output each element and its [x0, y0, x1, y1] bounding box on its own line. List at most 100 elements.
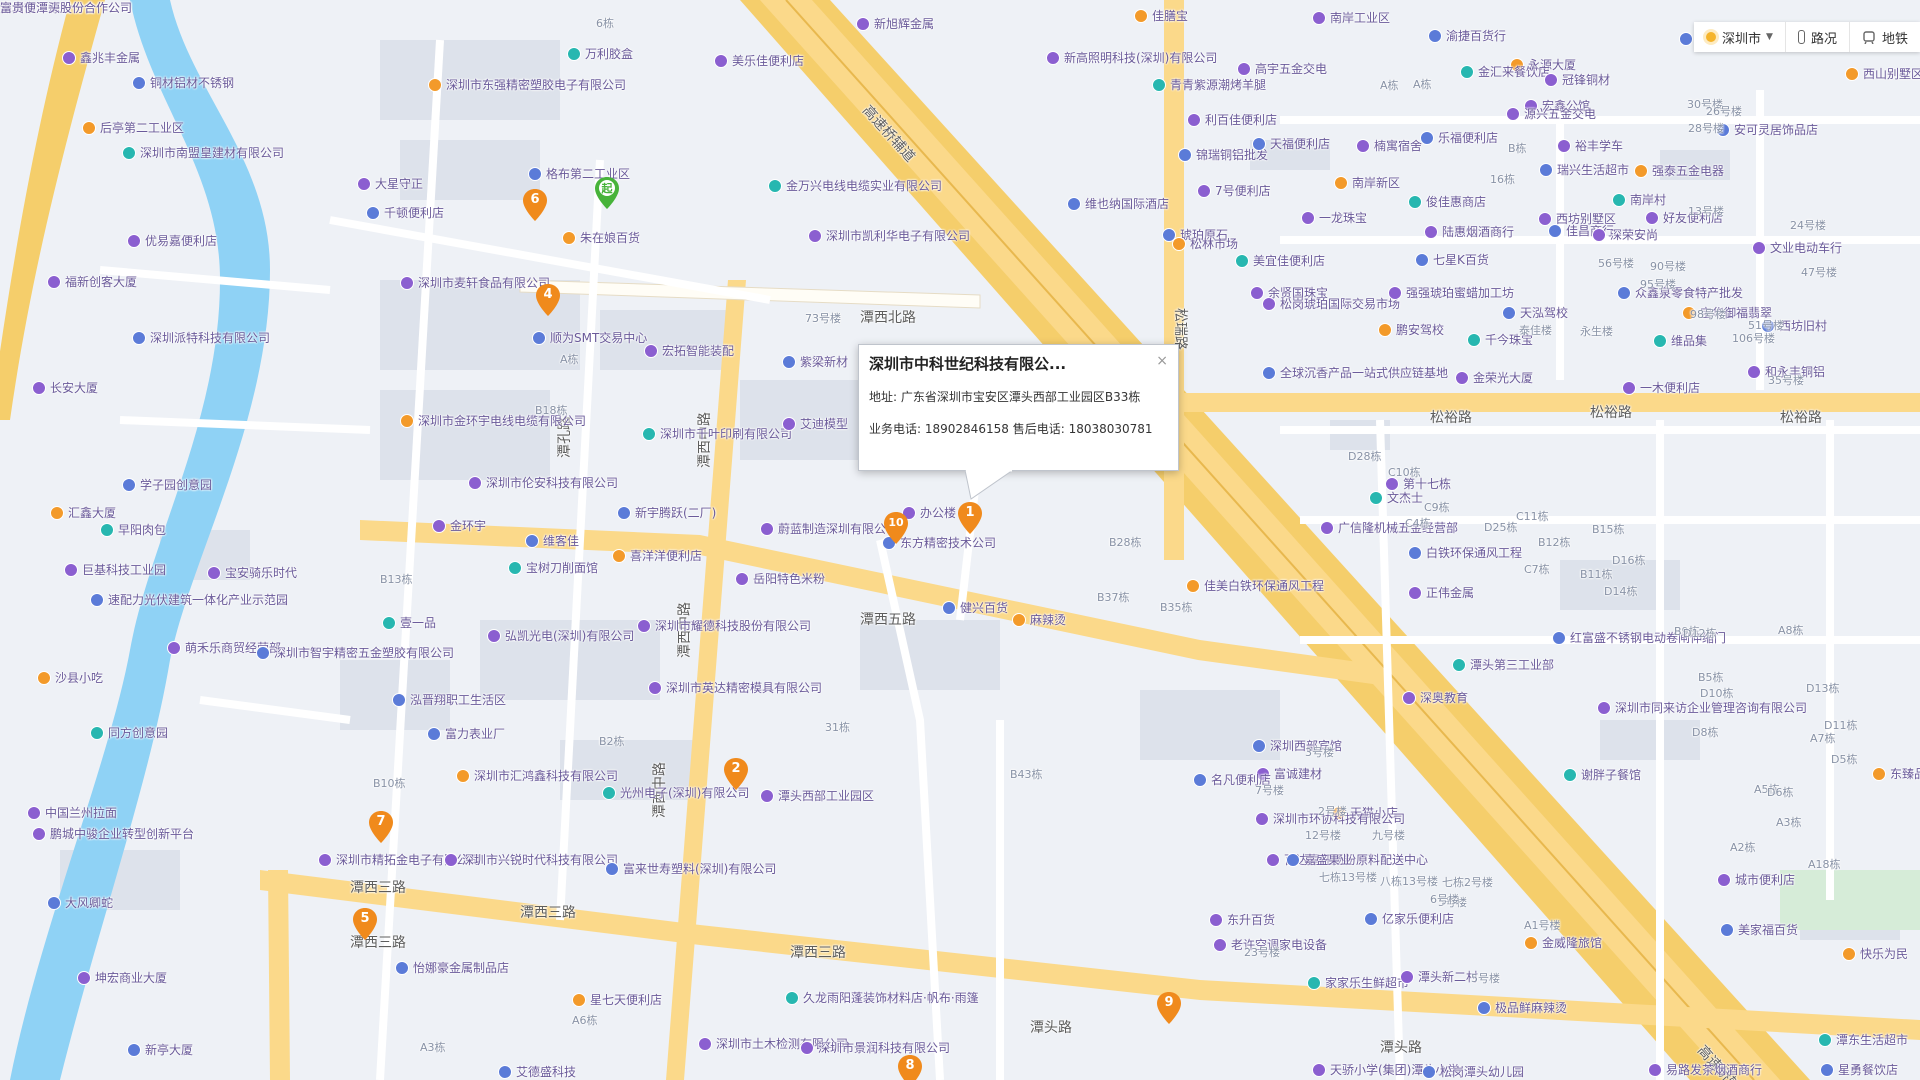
poi-icon[interactable]: [1548, 224, 1562, 238]
poi-icon[interactable]: [1209, 913, 1223, 927]
poi-icon[interactable]: [167, 641, 181, 655]
poi-icon[interactable]: [1262, 366, 1276, 380]
poi-icon[interactable]: [1334, 176, 1348, 190]
poi-icon[interactable]: [82, 121, 96, 135]
poi-icon[interactable]: [1634, 164, 1648, 178]
poi-icon[interactable]: [1506, 107, 1520, 121]
poi-icon[interactable]: [62, 51, 76, 65]
poi-icon[interactable]: [487, 629, 501, 643]
poi-icon[interactable]: [1552, 631, 1566, 645]
poi-icon[interactable]: [1301, 211, 1315, 225]
poi-icon[interactable]: [1152, 78, 1166, 92]
poi-icon[interactable]: [1286, 853, 1300, 867]
poi-icon[interactable]: [1307, 976, 1321, 990]
marker-pin[interactable]: 9: [1157, 992, 1181, 1024]
poi-icon[interactable]: [532, 331, 546, 345]
poi-icon[interactable]: [1455, 371, 1469, 385]
poi-icon[interactable]: [428, 78, 442, 92]
poi-icon[interactable]: [357, 177, 371, 191]
close-icon[interactable]: ×: [1156, 353, 1168, 369]
marker-pin[interactable]: 5: [353, 908, 377, 940]
poi-icon[interactable]: [1752, 241, 1766, 255]
poi-icon[interactable]: [1193, 773, 1207, 787]
poi-icon[interactable]: [562, 231, 576, 245]
poi-icon[interactable]: [127, 1043, 141, 1057]
poi-icon[interactable]: [432, 519, 446, 533]
poi-icon[interactable]: [1679, 32, 1693, 46]
marker-pin[interactable]: 8: [898, 1055, 922, 1080]
poi-icon[interactable]: [318, 853, 332, 867]
poi-icon[interactable]: [1067, 197, 1081, 211]
poi-icon[interactable]: [1544, 73, 1558, 87]
poi-icon[interactable]: [1502, 306, 1516, 320]
poi-icon[interactable]: [508, 561, 522, 575]
poi-icon[interactable]: [400, 276, 414, 290]
poi-icon[interactable]: [735, 572, 749, 586]
poi-icon[interactable]: [1172, 237, 1186, 251]
poi-icon[interactable]: [800, 1041, 814, 1055]
poi-icon[interactable]: [760, 522, 774, 536]
poi-icon[interactable]: [392, 693, 406, 707]
poi-icon[interactable]: [1845, 67, 1859, 81]
poi-icon[interactable]: [1818, 1033, 1832, 1047]
poi-icon[interactable]: [1842, 947, 1856, 961]
poi-icon[interactable]: [1388, 286, 1402, 300]
poi-icon[interactable]: [1186, 579, 1200, 593]
poi-icon[interactable]: [132, 331, 146, 345]
poi-icon[interactable]: [1872, 767, 1886, 781]
poi-icon[interactable]: [1408, 195, 1422, 209]
poi-icon[interactable]: [50, 506, 64, 520]
poi-icon[interactable]: [1645, 211, 1659, 225]
poi-icon[interactable]: [1524, 936, 1538, 950]
poi-icon[interactable]: [1747, 365, 1761, 379]
city-selector[interactable]: 深圳市 ▼: [1694, 22, 1785, 52]
poi-icon[interactable]: [1622, 381, 1636, 395]
poi-icon[interactable]: [1400, 970, 1414, 984]
poi-icon[interactable]: [90, 593, 104, 607]
poi-icon[interactable]: [1557, 139, 1571, 153]
poi-icon[interactable]: [1378, 323, 1392, 337]
poi-icon[interactable]: [1046, 51, 1060, 65]
poi-icon[interactable]: [37, 671, 51, 685]
poi-icon[interactable]: [32, 827, 46, 841]
poi-icon[interactable]: [1408, 586, 1422, 600]
poi-icon[interactable]: [1717, 873, 1731, 887]
poi-icon[interactable]: [256, 646, 270, 660]
poi-icon[interactable]: [1452, 658, 1466, 672]
poi-icon[interactable]: [1237, 62, 1251, 76]
poi-icon[interactable]: [1213, 938, 1227, 952]
poi-icon[interactable]: [525, 534, 539, 548]
marker-pin[interactable]: 6: [523, 189, 547, 221]
poi-icon[interactable]: [444, 853, 458, 867]
poi-icon[interactable]: [785, 991, 799, 1005]
poi-icon[interactable]: [1255, 812, 1269, 826]
poi-icon[interactable]: [400, 414, 414, 428]
poi-icon[interactable]: [605, 862, 619, 876]
poi-icon[interactable]: [1312, 1063, 1326, 1077]
poi-icon[interactable]: [395, 961, 409, 975]
poi-icon[interactable]: [77, 971, 91, 985]
poi-icon[interactable]: [1422, 1065, 1436, 1079]
poi-icon[interactable]: [122, 146, 136, 160]
poi-icon[interactable]: [714, 54, 728, 68]
poi-icon[interactable]: [1597, 701, 1611, 715]
poi-icon[interactable]: [382, 616, 396, 630]
poi-icon[interactable]: [642, 427, 656, 441]
poi-icon[interactable]: [698, 1037, 712, 1051]
poi-icon[interactable]: [456, 769, 470, 783]
poi-icon[interactable]: [1563, 768, 1577, 782]
poi-icon[interactable]: [1197, 184, 1211, 198]
poi-icon[interactable]: [1402, 691, 1416, 705]
poi-icon[interactable]: [1134, 9, 1148, 23]
poi-icon[interactable]: [498, 1065, 512, 1079]
poi-icon[interactable]: [1592, 228, 1606, 242]
poi-icon[interactable]: [768, 179, 782, 193]
poi-icon[interactable]: [617, 506, 631, 520]
poi-icon[interactable]: [122, 478, 136, 492]
marker-pin[interactable]: 起: [595, 177, 619, 209]
poi-icon[interactable]: [32, 381, 46, 395]
poi-icon[interactable]: [427, 727, 441, 741]
marker-pin[interactable]: 7: [369, 811, 393, 843]
poi-icon[interactable]: [1539, 163, 1553, 177]
poi-icon[interactable]: [1252, 137, 1266, 151]
